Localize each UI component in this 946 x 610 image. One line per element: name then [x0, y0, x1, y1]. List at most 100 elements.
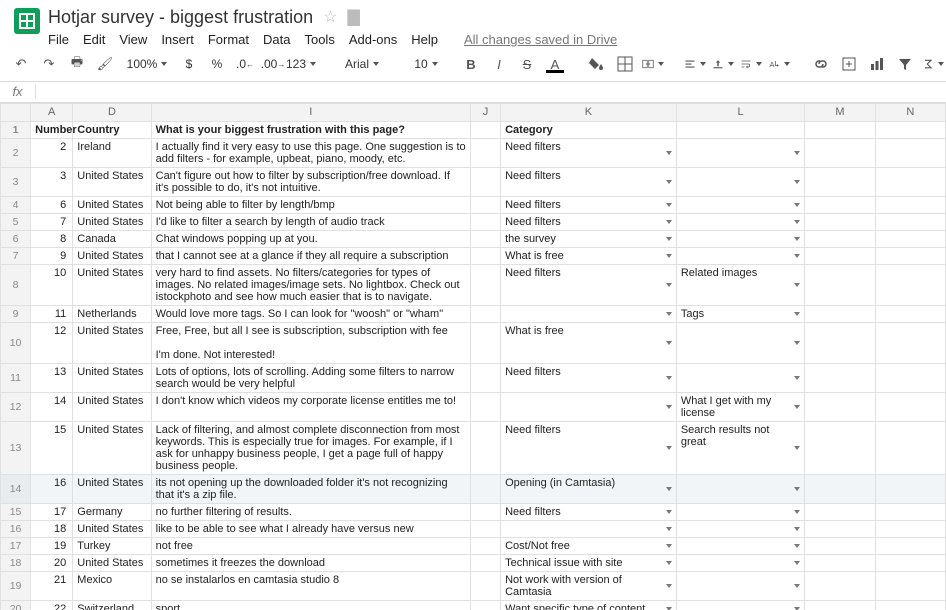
cell[interactable]	[805, 305, 875, 322]
cell[interactable]	[805, 121, 875, 138]
cell[interactable]	[676, 138, 805, 167]
cell[interactable]: no further filtering of results.	[151, 503, 470, 520]
cell[interactable]: Tags	[676, 305, 805, 322]
fx-icon[interactable]: fx	[0, 84, 36, 99]
cell[interactable]	[805, 600, 875, 610]
cell[interactable]: Technical issue with site	[501, 554, 677, 571]
cell[interactable]: Category	[501, 121, 677, 138]
cell[interactable]	[470, 571, 500, 600]
cell[interactable]: 6	[31, 196, 73, 213]
cell[interactable]: United States	[73, 167, 151, 196]
cell[interactable]	[501, 305, 677, 322]
cell[interactable]	[501, 520, 677, 537]
cell[interactable]	[875, 138, 945, 167]
col-header-D[interactable]: D	[73, 103, 151, 121]
spreadsheet-grid[interactable]: A D I J K L M N 1 Number Country What is…	[0, 103, 946, 610]
col-header-K[interactable]: K	[501, 103, 677, 121]
cell[interactable]: 22	[31, 600, 73, 610]
menu-file[interactable]: File	[48, 32, 69, 47]
cell[interactable]	[875, 571, 945, 600]
cell[interactable]	[676, 520, 805, 537]
cell[interactable]: 19	[31, 537, 73, 554]
cell[interactable]: 12	[31, 322, 73, 363]
merge-cells-icon[interactable]	[642, 53, 664, 75]
cell[interactable]: Need filters	[501, 213, 677, 230]
cell[interactable]: Need filters	[501, 503, 677, 520]
cell[interactable]: 14	[31, 392, 73, 421]
cell[interactable]	[805, 520, 875, 537]
cell[interactable]: Turkey	[73, 537, 151, 554]
cell[interactable]	[805, 421, 875, 474]
cell[interactable]	[470, 230, 500, 247]
cell[interactable]	[470, 196, 500, 213]
col-header-M[interactable]: M	[805, 103, 875, 121]
formula-input[interactable]	[36, 82, 946, 102]
cell[interactable]: United States	[73, 213, 151, 230]
cell[interactable]	[875, 322, 945, 363]
select-all-corner[interactable]	[1, 103, 31, 121]
cell[interactable]: Need filters	[501, 167, 677, 196]
cell[interactable]	[805, 230, 875, 247]
move-folder-icon[interactable]: ▇	[347, 7, 359, 27]
cell[interactable]: Lack of filtering, and almost complete d…	[151, 421, 470, 474]
cell[interactable]: Opening (in Camtasia)	[501, 474, 677, 503]
menu-format[interactable]: Format	[208, 32, 249, 47]
row-header[interactable]: 18	[1, 554, 31, 571]
cell[interactable]	[875, 520, 945, 537]
font-size-select[interactable]: 10	[412, 53, 440, 75]
saved-status[interactable]: All changes saved in Drive	[464, 32, 617, 47]
cell[interactable]: Can't figure out how to filter by subscr…	[151, 167, 470, 196]
row-header[interactable]: 14	[1, 474, 31, 503]
row-header[interactable]: 8	[1, 264, 31, 305]
row-header[interactable]: 5	[1, 213, 31, 230]
menu-tools[interactable]: Tools	[304, 32, 334, 47]
cell[interactable]	[805, 392, 875, 421]
star-icon[interactable]: ☆	[323, 7, 337, 27]
redo-icon[interactable]: ↷	[38, 53, 60, 75]
functions-icon[interactable]	[922, 53, 944, 75]
col-header-N[interactable]: N	[875, 103, 945, 121]
cell[interactable]	[676, 571, 805, 600]
cell[interactable]	[676, 474, 805, 503]
fill-color-icon[interactable]	[586, 53, 608, 75]
cell[interactable]: Not work with version of Camtasia	[501, 571, 677, 600]
cell[interactable]: Need filters	[501, 421, 677, 474]
cell[interactable]: Free, Free, but all I see is subscriptio…	[151, 322, 470, 363]
cell[interactable]: Want specific type of content	[501, 600, 677, 610]
cell[interactable]	[470, 167, 500, 196]
cell[interactable]	[470, 322, 500, 363]
cell[interactable]: Canada	[73, 230, 151, 247]
cell[interactable]: 16	[31, 474, 73, 503]
borders-icon[interactable]	[614, 53, 636, 75]
menu-data[interactable]: Data	[263, 32, 290, 47]
cell[interactable]	[470, 121, 500, 138]
cell[interactable]: 7	[31, 213, 73, 230]
cell[interactable]	[875, 600, 945, 610]
cell[interactable]: I don't know which videos my corporate l…	[151, 392, 470, 421]
row-header[interactable]: 1	[1, 121, 31, 138]
cell[interactable]	[805, 322, 875, 363]
cell[interactable]	[470, 138, 500, 167]
cell[interactable]	[875, 121, 945, 138]
italic-button[interactable]: I	[488, 53, 510, 75]
cell[interactable]: 17	[31, 503, 73, 520]
more-formats-button[interactable]: 123	[290, 53, 312, 75]
cell[interactable]: Lots of options, lots of scrolling. Addi…	[151, 363, 470, 392]
row-header[interactable]: 13	[1, 421, 31, 474]
cell[interactable]	[805, 138, 875, 167]
insert-chart-icon[interactable]	[866, 53, 888, 75]
cell[interactable]: 9	[31, 247, 73, 264]
cell[interactable]	[875, 392, 945, 421]
cell[interactable]: that I cannot see at a glance if they al…	[151, 247, 470, 264]
cell[interactable]: Number	[31, 121, 73, 138]
cell[interactable]: Chat windows popping up at you.	[151, 230, 470, 247]
col-header-L[interactable]: L	[676, 103, 805, 121]
cell[interactable]: 10	[31, 264, 73, 305]
cell[interactable]	[676, 213, 805, 230]
cell[interactable]	[875, 554, 945, 571]
cell[interactable]	[470, 503, 500, 520]
cell[interactable]	[875, 474, 945, 503]
cell[interactable]: United States	[73, 554, 151, 571]
cell[interactable]: Cost/Not free	[501, 537, 677, 554]
cell[interactable]: Country	[73, 121, 151, 138]
